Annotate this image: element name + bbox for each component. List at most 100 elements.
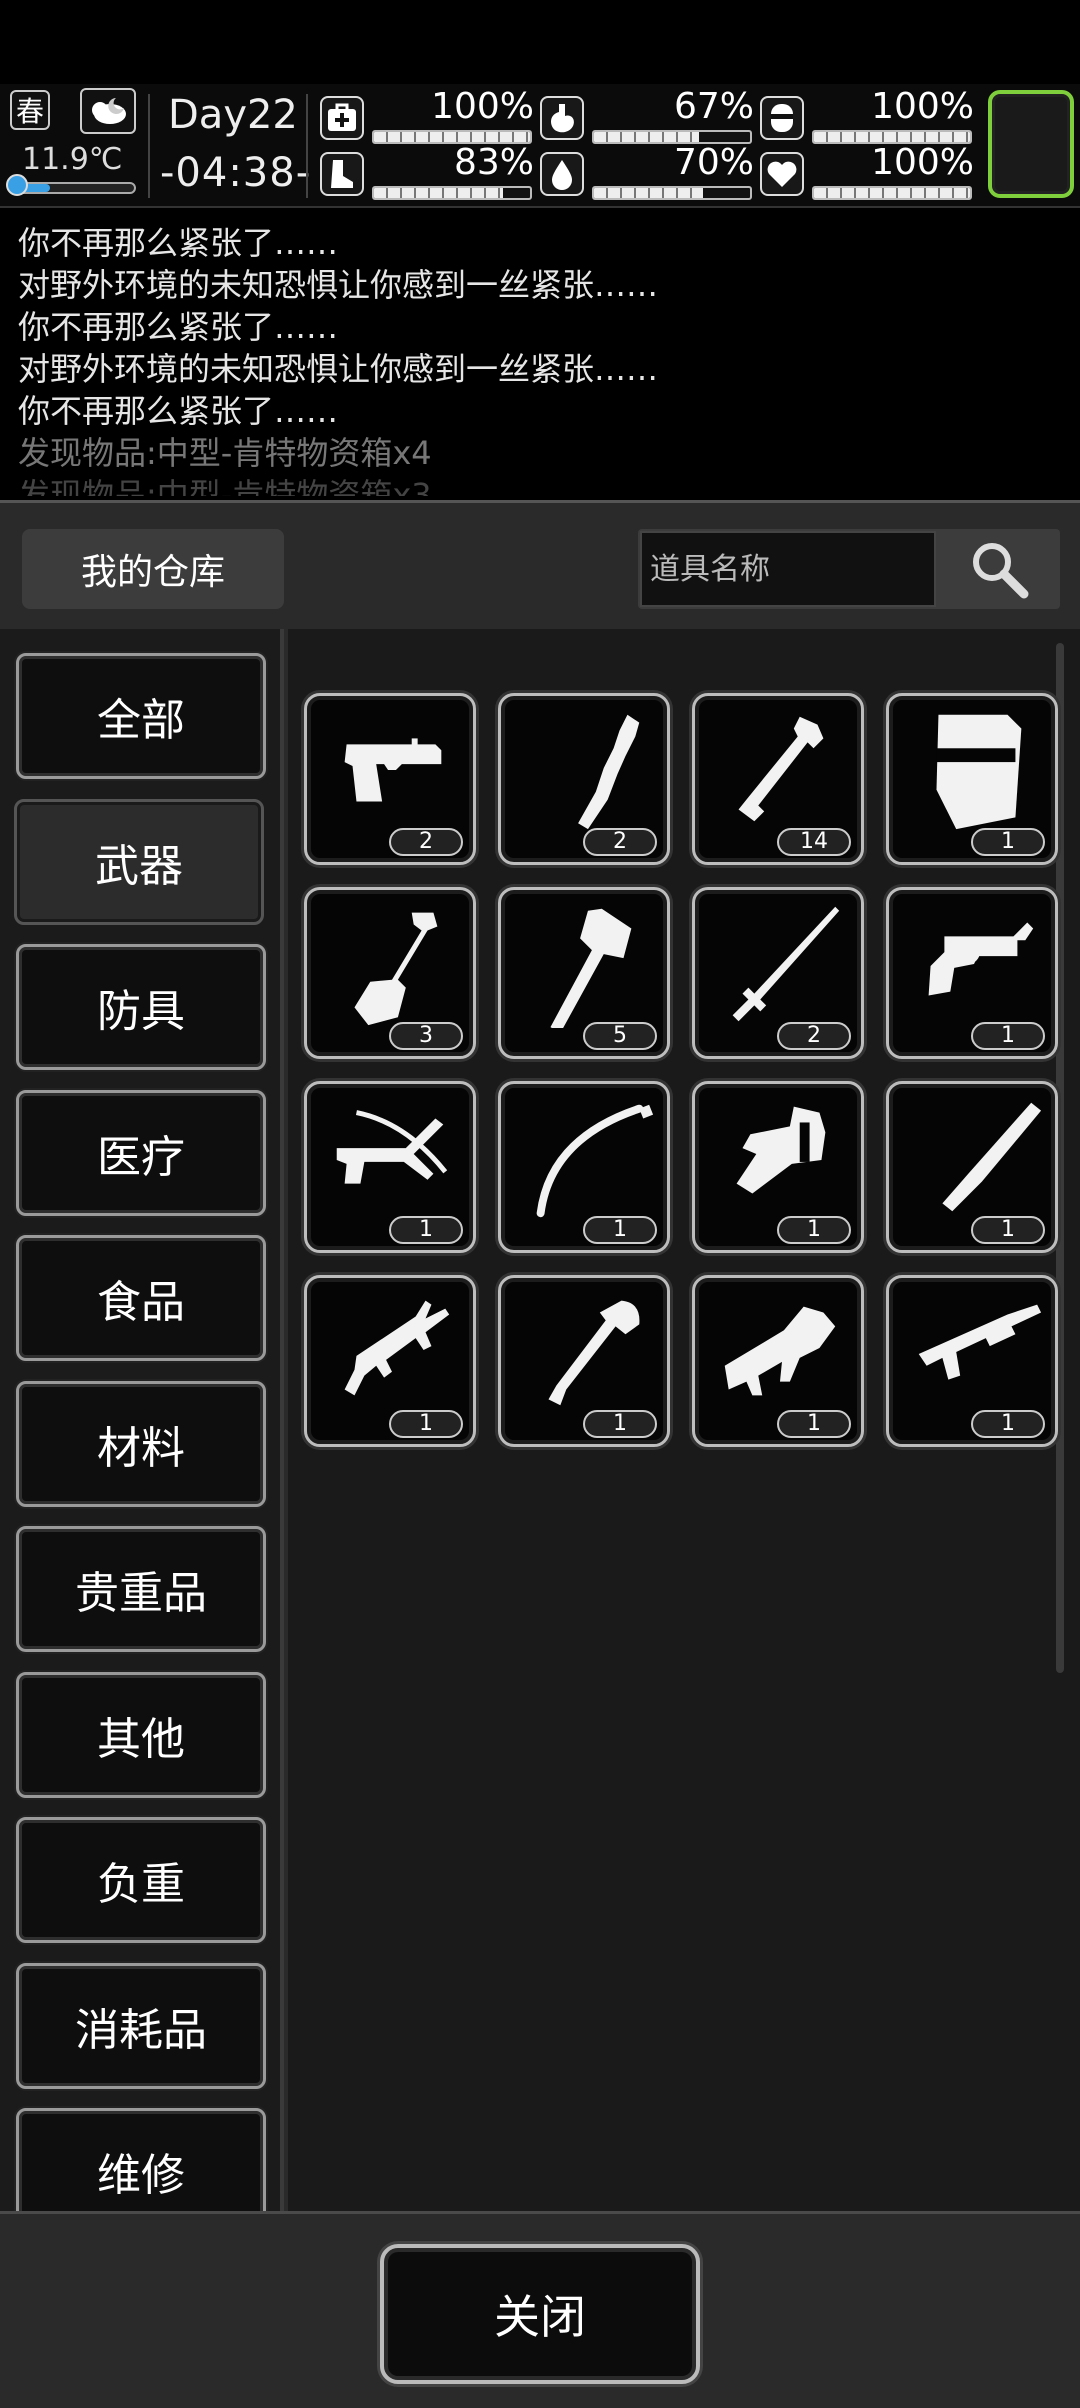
stat-value: 83% xyxy=(453,142,534,183)
log-line: 发现物品:中型-肯特物资箱x3 xyxy=(18,476,432,496)
grenade-launcher-icon xyxy=(724,1306,836,1396)
status-hud: 春 11.9℃ Day22 -04:38- 100% 67% 100% 83% 70% 1… xyxy=(0,84,1080,208)
stat-meter: 83% xyxy=(320,142,538,202)
log-line: 你不再那么紧张了…… xyxy=(18,224,339,262)
desert-eagle-pistol-icon xyxy=(344,738,442,802)
baseball-bat-icon xyxy=(942,1102,1042,1212)
category-sidebar: 全部武器防具医疗食品材料贵重品其他负重消耗品维修 xyxy=(0,629,284,2211)
item-quantity: 1 xyxy=(971,1022,1045,1050)
item-grid: 2 2 14 1 3 5 2 1 1 1 1 1 1 1 1 1 xyxy=(288,629,1080,2211)
riot-shield-icon xyxy=(936,714,1022,830)
inventory-slot[interactable]: 1 xyxy=(304,1081,476,1253)
item-quantity: 2 xyxy=(777,1022,851,1050)
item-quantity: 14 xyxy=(777,828,851,856)
item-quantity: 1 xyxy=(583,1216,657,1244)
inventory-slot[interactable]: 2 xyxy=(304,693,476,865)
shotgun-sawed-icon xyxy=(736,1106,826,1194)
stat-value: 67% xyxy=(673,86,754,127)
thermometer-bulb-icon xyxy=(6,174,28,196)
category-tab[interactable]: 贵重品 xyxy=(16,1526,266,1652)
log-line: 你不再那么紧张了…… xyxy=(18,308,339,346)
search-input[interactable] xyxy=(640,531,936,607)
shovel-icon xyxy=(354,912,438,1026)
category-tab[interactable]: 全部 xyxy=(16,653,266,779)
stat-value: 100% xyxy=(871,142,974,183)
inventory-slot[interactable]: 2 xyxy=(498,693,670,865)
message-log: 你不再那么紧张了…… 对野外环境的未知恐惧让你感到一丝紧张…… 你不再那么紧张了……… xyxy=(0,210,1080,496)
crossbow-icon xyxy=(336,1110,448,1184)
inventory-slot[interactable]: 3 xyxy=(304,887,476,1059)
item-quantity: 1 xyxy=(971,1216,1045,1244)
footer-bar: 关闭 xyxy=(0,2211,1080,2408)
submachine-gun-icon xyxy=(344,1300,450,1396)
axe-icon xyxy=(550,908,632,1028)
warehouse-title: 我的仓库 xyxy=(22,529,284,609)
pump-shotgun-icon xyxy=(918,1304,1042,1380)
inventory-slot[interactable]: 2 xyxy=(692,887,864,1059)
category-tab[interactable]: 医疗 xyxy=(16,1089,266,1216)
game-clock: -04:38- xyxy=(160,150,312,196)
boot-icon xyxy=(320,152,364,196)
item-quantity: 2 xyxy=(389,828,463,856)
quick-slot[interactable] xyxy=(988,90,1074,198)
search-icon xyxy=(973,543,1029,599)
stat-value: 100% xyxy=(871,86,974,127)
inventory-slot[interactable]: 1 xyxy=(886,887,1058,1059)
stat-meter: 100% xyxy=(760,86,978,146)
inventory-slot[interactable]: 1 xyxy=(498,1081,670,1253)
item-quantity: 1 xyxy=(583,1410,657,1438)
inventory-slot[interactable]: 1 xyxy=(498,1275,670,1447)
item-quantity: 1 xyxy=(971,1410,1045,1438)
category-tab[interactable]: 维修 xyxy=(16,2108,266,2211)
inventory-slot[interactable]: 14 xyxy=(692,693,864,865)
close-button[interactable]: 关闭 xyxy=(380,2244,700,2384)
spade-icon xyxy=(548,1300,640,1406)
stat-meter: 67% xyxy=(540,86,758,146)
item-quantity: 1 xyxy=(389,1410,463,1438)
stomach-icon xyxy=(540,96,584,140)
stat-bar xyxy=(372,186,532,200)
stat-bar xyxy=(812,186,972,200)
water-drop-icon xyxy=(540,152,584,196)
item-quantity: 1 xyxy=(971,828,1045,856)
inventory-slot[interactable]: 1 xyxy=(886,693,1058,865)
inventory-slot[interactable]: 1 xyxy=(692,1081,864,1253)
category-tab[interactable]: 防具 xyxy=(16,944,266,1070)
bow-icon xyxy=(536,1104,654,1218)
category-tab[interactable]: 材料 xyxy=(16,1380,266,1507)
stat-meter: 100% xyxy=(320,86,538,146)
pipe-wrench-icon xyxy=(738,716,824,822)
stat-meter: 70% xyxy=(540,142,758,202)
medkit-icon xyxy=(320,96,364,140)
item-quantity: 1 xyxy=(777,1410,851,1438)
log-line: 发现物品:中型-肯特物资箱x4 xyxy=(18,434,432,472)
inventory-slot[interactable]: 1 xyxy=(886,1081,1058,1253)
cloudy-moon-icon xyxy=(80,88,136,134)
log-line: 对野外环境的未知恐惧让你感到一丝紧张…… xyxy=(18,266,659,304)
category-tab[interactable]: 其他 xyxy=(16,1671,266,1798)
revolver-icon xyxy=(928,922,1034,996)
stat-value: 70% xyxy=(673,142,754,183)
search-button[interactable] xyxy=(938,529,1060,609)
category-tab[interactable]: 食品 xyxy=(16,1235,266,1361)
category-tab[interactable]: 武器 xyxy=(14,798,264,925)
inventory-slot[interactable]: 1 xyxy=(886,1275,1058,1447)
item-quantity: 1 xyxy=(777,1216,851,1244)
season-icon: 春 xyxy=(10,90,50,130)
inventory-slot[interactable]: 5 xyxy=(498,887,670,1059)
inventory-slot[interactable]: 1 xyxy=(304,1275,476,1447)
inventory-slot[interactable]: 1 xyxy=(692,1275,864,1447)
category-tab[interactable]: 负重 xyxy=(16,1817,266,1943)
heart-icon xyxy=(760,152,804,196)
wooden-club-icon xyxy=(578,714,640,830)
log-line: 对野外环境的未知恐惧让你感到一丝紧张…… xyxy=(18,350,659,388)
stat-bar xyxy=(592,186,752,200)
stat-meter: 100% xyxy=(760,142,978,202)
category-tab[interactable]: 消耗品 xyxy=(16,1962,266,2089)
temperature-text: 11.9℃ xyxy=(22,142,123,177)
item-quantity: 1 xyxy=(389,1216,463,1244)
item-quantity: 3 xyxy=(389,1022,463,1050)
temperature-bar xyxy=(12,182,136,194)
stat-value: 100% xyxy=(431,86,534,127)
warehouse-panel: 我的仓库 全部武器防具医疗食品材料贵重品其他负重消耗品维修 2 2 14 1 3 5 2 1 1… xyxy=(0,500,1080,2408)
